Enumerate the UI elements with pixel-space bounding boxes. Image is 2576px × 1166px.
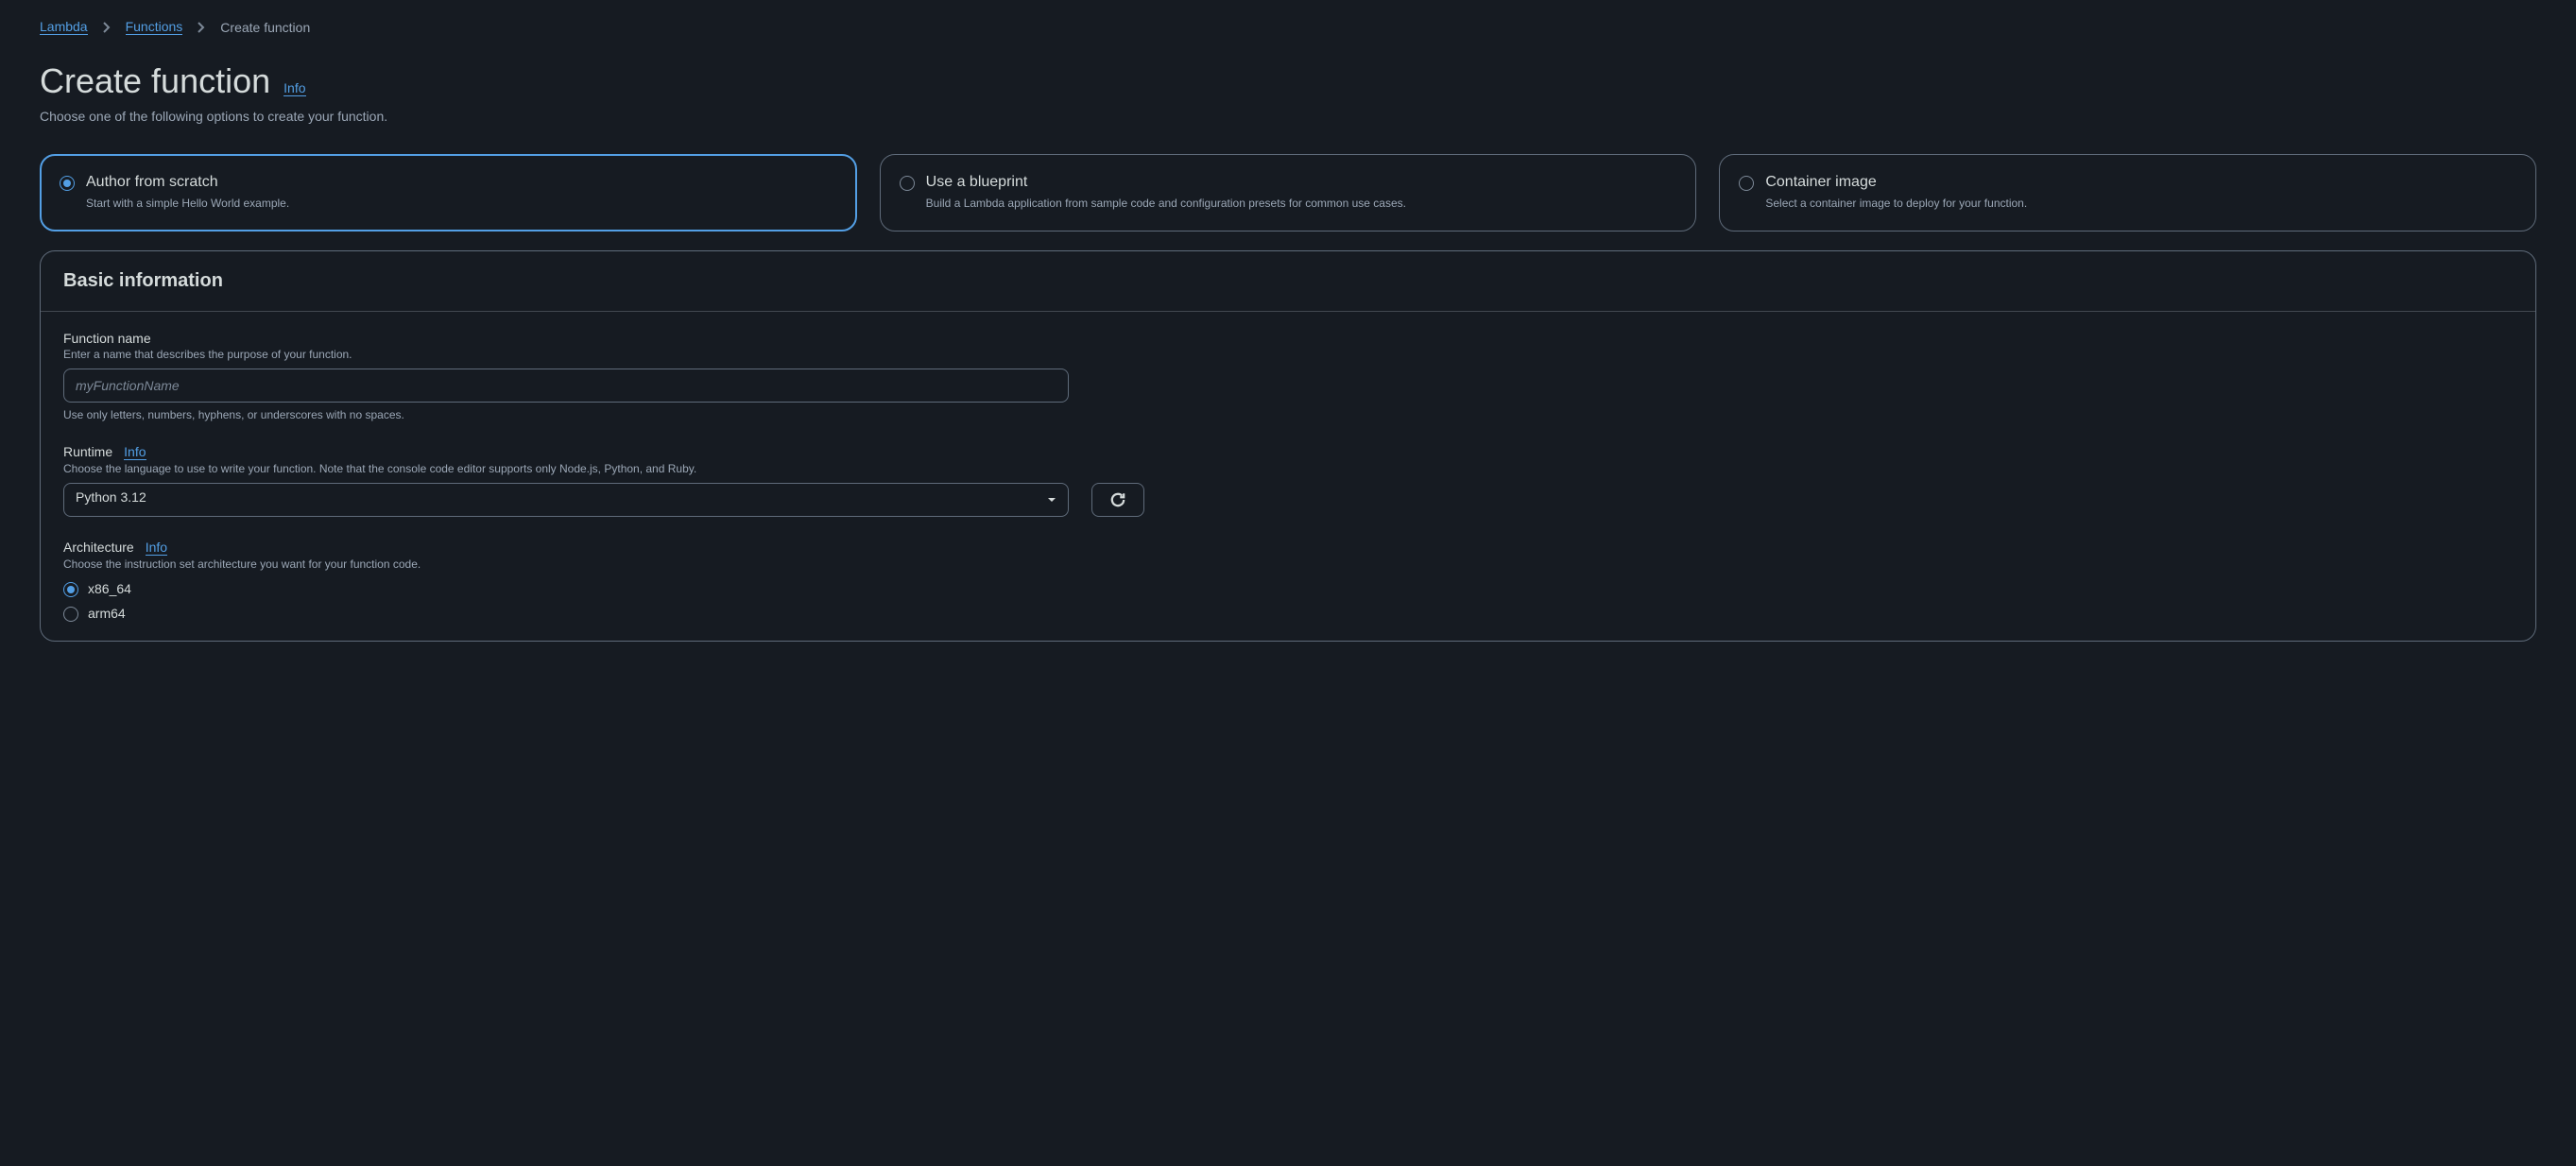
option-desc: Select a container image to deploy for y…: [1765, 195, 2516, 212]
function-name-input[interactable]: [63, 369, 1069, 403]
breadcrumb-functions[interactable]: Functions: [126, 19, 183, 35]
architecture-option-arm64[interactable]: arm64: [63, 605, 2513, 622]
option-desc: Build a Lambda application from sample c…: [926, 195, 1677, 212]
options-row: Author from scratch Start with a simple …: [40, 154, 2536, 231]
chevron-right-icon: [99, 20, 114, 35]
option-author-from-scratch[interactable]: Author from scratch Start with a simple …: [40, 154, 857, 231]
panel-header: Basic information: [41, 251, 2535, 312]
info-link-runtime[interactable]: Info: [124, 444, 146, 460]
architecture-hint: Choose the instruction set architecture …: [63, 557, 2513, 571]
runtime-group: Runtime Info Choose the language to use …: [63, 444, 2513, 517]
page-title: Create function: [40, 61, 270, 101]
page-header: Create function Info Choose one of the f…: [40, 61, 2536, 124]
option-title: Use a blueprint: [926, 174, 1677, 191]
info-link-architecture[interactable]: Info: [146, 540, 167, 556]
breadcrumb-lambda[interactable]: Lambda: [40, 19, 88, 35]
panel-body: Function name Enter a name that describe…: [41, 312, 2535, 641]
option-desc: Start with a simple Hello World example.: [86, 195, 837, 212]
function-name-label: Function name: [63, 331, 151, 346]
radio-x86-64[interactable]: [63, 582, 78, 597]
runtime-select[interactable]: Python 3.12: [63, 483, 1069, 517]
option-use-blueprint[interactable]: Use a blueprint Build a Lambda applicati…: [880, 154, 1697, 231]
architecture-label: Architecture: [63, 540, 134, 555]
chevron-right-icon: [194, 20, 209, 35]
runtime-refresh-button[interactable]: [1091, 483, 1144, 517]
option-title: Container image: [1765, 174, 2516, 191]
radio-author-from-scratch[interactable]: [60, 176, 75, 191]
runtime-hint: Choose the language to use to write your…: [63, 462, 2513, 475]
info-link-header[interactable]: Info: [283, 80, 305, 96]
panel-title: Basic information: [63, 270, 2513, 292]
function-name-group: Function name Enter a name that describe…: [63, 331, 2513, 421]
page-subtitle: Choose one of the following options to c…: [40, 109, 2536, 124]
runtime-label: Runtime: [63, 444, 112, 459]
breadcrumb: Lambda Functions Create function: [40, 19, 2536, 35]
option-title: Author from scratch: [86, 174, 837, 191]
function-name-help: Use only letters, numbers, hyphens, or u…: [63, 408, 2513, 421]
architecture-option-x86-64[interactable]: x86_64: [63, 580, 2513, 597]
breadcrumb-current: Create function: [220, 20, 310, 35]
architecture-group: Architecture Info Choose the instruction…: [63, 540, 2513, 622]
radio-container-image[interactable]: [1739, 176, 1754, 191]
function-name-hint: Enter a name that describes the purpose …: [63, 348, 2513, 361]
option-container-image[interactable]: Container image Select a container image…: [1719, 154, 2536, 231]
radio-arm64[interactable]: [63, 607, 78, 622]
radio-use-blueprint[interactable]: [900, 176, 915, 191]
radio-label: x86_64: [88, 581, 131, 596]
refresh-icon: [1109, 491, 1126, 508]
radio-label: arm64: [88, 606, 126, 621]
basic-information-panel: Basic information Function name Enter a …: [40, 250, 2536, 642]
